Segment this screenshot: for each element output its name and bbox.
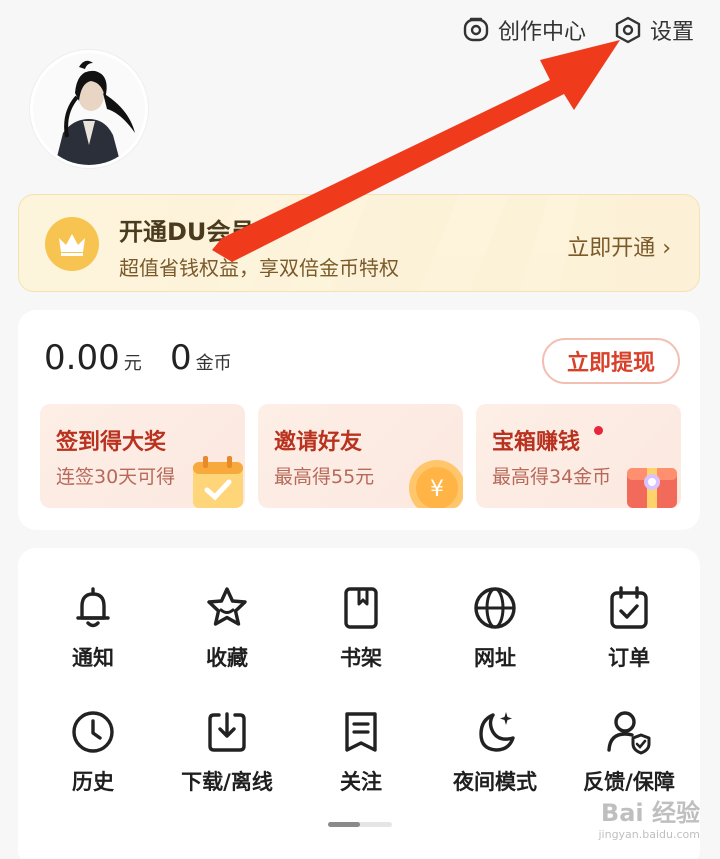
top-bar: 创作中心 设置 (462, 14, 694, 46)
grid-item-bookshelf[interactable]: 书架 (294, 584, 428, 672)
moon-icon (479, 712, 515, 752)
vip-open-button[interactable]: 立即开通 › (567, 230, 671, 262)
grid-item-history[interactable]: 历史 (26, 708, 160, 796)
cash-value: 0.00 (44, 338, 120, 378)
task-title: 宝箱赚钱 (492, 430, 581, 455)
task-title: 签到得大奖 (56, 430, 167, 455)
notification-dot (594, 426, 603, 435)
creation-center-label: 创作中心 (497, 20, 586, 45)
task-subtitle: 连签30天可得 (56, 466, 176, 488)
page-indicator (328, 822, 392, 827)
grid-label: 网址 (474, 646, 516, 670)
feedback-icon (607, 711, 651, 755)
grid-item-orders[interactable]: 订单 (562, 584, 696, 672)
grid-label: 关注 (340, 770, 382, 794)
settings-label: 设置 (649, 20, 694, 45)
wallet-card: 0.00 元 0 金币 立即提现 签到得大奖 连签30天可得 邀请好友 最高得5… (18, 310, 700, 530)
task-subtitle: 最高得34金币 (492, 466, 612, 488)
vip-title: 开通DU会员 (119, 218, 255, 246)
grid-label: 反馈/保障 (583, 770, 675, 794)
star-icon (207, 587, 247, 626)
watermark: Bai 经验 jingyan.baidu.com (598, 793, 700, 841)
avatar-illustration (33, 53, 145, 165)
bookshelf-icon (344, 587, 378, 629)
watermark-brand: Bai 经验 (600, 799, 700, 827)
globe-icon (474, 587, 516, 629)
grid-label: 下载/离线 (181, 770, 273, 794)
grid-label: 书架 (340, 646, 382, 670)
crown-icon (45, 217, 99, 271)
coin-value: 0 (170, 338, 192, 378)
settings-button[interactable]: 设置 (614, 14, 694, 46)
creation-center-icon (463, 17, 489, 42)
svg-text:¥: ¥ (430, 477, 444, 502)
task-subtitle: 最高得55元 (274, 466, 375, 488)
vip-subtitle: 超值省钱权益，享双倍金币特权 (119, 256, 399, 280)
task-treasure[interactable]: 宝箱赚钱 最高得34金币 (476, 404, 681, 508)
download-icon (208, 712, 246, 752)
calendar-icon (193, 456, 243, 508)
grid-label: 订单 (608, 646, 650, 670)
grid-label: 通知 (72, 646, 114, 670)
clock-icon (72, 711, 114, 753)
creation-center-button[interactable]: 创作中心 (462, 14, 586, 46)
grid-label: 夜间模式 (453, 770, 537, 794)
coin-balance[interactable]: 0 金币 (170, 338, 232, 378)
vip-banner[interactable]: 开通DU会员 超值省钱权益，享双倍金币特权 立即开通 › (18, 194, 700, 292)
grid-label: 收藏 (206, 646, 248, 670)
avatar[interactable] (30, 50, 148, 168)
withdraw-button[interactable]: 立即提现 (542, 338, 680, 384)
order-icon (610, 586, 648, 629)
task-checkin[interactable]: 签到得大奖 连签30天可得 (40, 404, 245, 508)
profile-page: 创作中心 设置 开通DU会员 超值省钱权益，享双倍金币特权 立即开通 › 0.0… (0, 0, 720, 859)
task-title: 邀请好友 (274, 430, 363, 455)
cash-balance[interactable]: 0.00 元 (44, 338, 142, 378)
follow-icon (345, 712, 377, 752)
task-invite[interactable]: 邀请好友 最高得55元 ¥ (258, 404, 463, 508)
coin-unit: 金币 (195, 353, 232, 374)
grid-item-urls[interactable]: 网址 (428, 584, 562, 672)
page-indicator-active (328, 822, 360, 827)
grid-item-feedback[interactable]: 反馈/保障 (562, 708, 696, 796)
bell-icon (76, 587, 110, 628)
watermark-url: jingyan.baidu.com (598, 828, 700, 841)
coin-icon: ¥ (409, 460, 463, 508)
cash-unit: 元 (123, 353, 142, 374)
grid-item-download[interactable]: 下载/离线 (160, 708, 294, 796)
grid-item-night-mode[interactable]: 夜间模式 (428, 708, 562, 796)
grid-item-favorites[interactable]: 收藏 (160, 584, 294, 672)
grid-item-notification[interactable]: 通知 (26, 584, 160, 672)
grid-label: 历史 (72, 770, 114, 794)
treasure-chest-icon (627, 468, 677, 508)
settings-icon (615, 16, 641, 44)
grid-item-follow[interactable]: 关注 (294, 708, 428, 796)
